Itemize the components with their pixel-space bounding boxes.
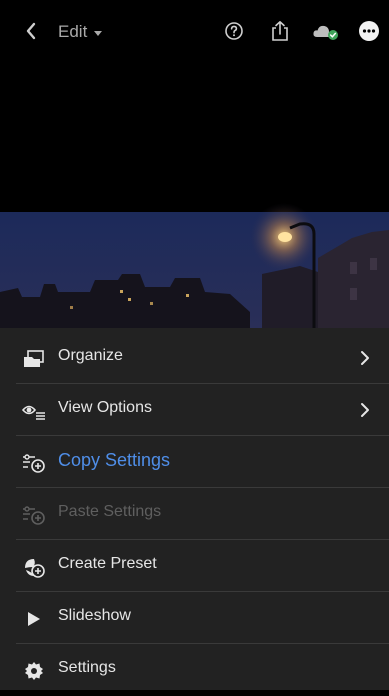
more-icon[interactable] — [357, 19, 381, 43]
cloud-sync-icon[interactable] — [312, 19, 340, 43]
help-icon[interactable] — [222, 19, 246, 43]
menu-item-view-options[interactable]: View Options — [0, 384, 389, 436]
photo-preview — [0, 62, 389, 328]
copy-settings-icon — [22, 451, 46, 475]
chevron-down-icon — [94, 30, 103, 36]
menu-item-label: Paste Settings — [58, 503, 162, 520]
top-bar: Edit — [0, 0, 389, 62]
chevron-left-icon[interactable] — [20, 20, 42, 42]
organize-icon — [22, 347, 46, 371]
context-menu: Organize View Options Copy Settings Past… — [0, 328, 389, 690]
edit-mode-dropdown[interactable]: Edit — [58, 22, 103, 42]
menu-item-settings[interactable]: Settings — [0, 644, 389, 696]
chevron-right-icon — [361, 403, 369, 417]
menu-item-paste-settings[interactable]: Paste Settings — [0, 488, 389, 540]
chevron-right-icon — [361, 351, 369, 365]
menu-item-slideshow[interactable]: Slideshow — [0, 592, 389, 644]
menu-item-label: Create Preset — [58, 555, 157, 572]
menu-item-create-preset[interactable]: Create Preset — [0, 540, 389, 592]
view-options-icon — [22, 399, 46, 423]
create-preset-icon — [22, 555, 46, 579]
play-icon — [22, 607, 46, 631]
share-icon[interactable] — [268, 19, 292, 43]
paste-settings-icon — [22, 503, 46, 527]
menu-item-copy-settings[interactable]: Copy Settings — [0, 436, 389, 488]
edit-mode-label: Edit — [58, 22, 88, 41]
menu-item-label: View Options — [58, 399, 152, 416]
menu-item-label: Slideshow — [58, 607, 131, 624]
gear-icon — [22, 659, 46, 683]
menu-item-organize[interactable]: Organize — [0, 332, 389, 384]
menu-item-label: Copy Settings — [58, 450, 171, 470]
menu-item-label: Organize — [58, 347, 123, 364]
menu-item-label: Settings — [58, 659, 116, 676]
